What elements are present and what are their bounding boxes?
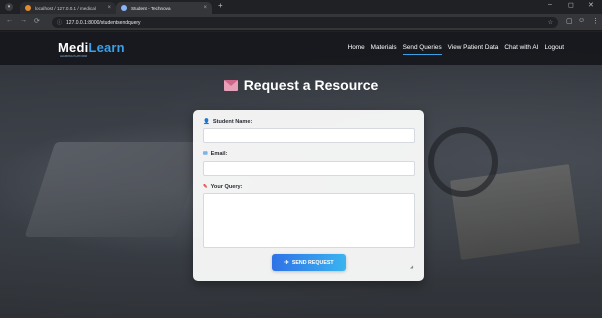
logo-accent-text: Learn: [88, 40, 125, 55]
email-input[interactable]: [203, 161, 415, 176]
site-logo[interactable]: MediLearn: [58, 40, 125, 55]
browser-address-bar: ← → ⟳ ⓘ 127.0.0.1:8000/studentsendquery …: [0, 14, 602, 31]
email-label: ✉ Email:: [203, 151, 227, 157]
forward-arrow-icon[interactable]: →: [20, 17, 27, 24]
back-arrow-icon[interactable]: ←: [6, 17, 13, 24]
browser-tab-student[interactable]: Student - Technova ×: [116, 2, 212, 14]
close-tab-icon[interactable]: ×: [203, 5, 207, 11]
nav-link-send-queries[interactable]: Send Queries: [402, 44, 442, 55]
browser-tab-phpmyadmin[interactable]: localhost / 127.0.0.1 / medical ×: [20, 2, 116, 14]
page-viewport: MediLearn LEARNING PLATFORM Home Materia…: [0, 32, 602, 318]
logo-tagline: LEARNING PLATFORM: [60, 55, 87, 58]
nav-link-view-patient-data[interactable]: View Patient Data: [448, 44, 499, 55]
site-info-icon[interactable]: ⓘ: [57, 19, 62, 26]
logo-text: Medi: [58, 40, 89, 55]
browser-menu-icon[interactable]: ⋮: [592, 17, 599, 25]
student-name-label: 👤 Student Name:: [203, 119, 252, 125]
request-form-card: 👤 Student Name: ✉ Email: ✎ Your Query: ◢…: [193, 110, 424, 281]
query-label: ✎ Your Query:: [203, 184, 243, 190]
query-textarea[interactable]: [203, 193, 415, 248]
page-title-text: Request a Resource: [243, 77, 379, 93]
envelope-icon: [223, 79, 238, 91]
pencil-icon: ✎: [203, 184, 208, 190]
nav-link-home[interactable]: Home: [348, 44, 365, 55]
email-icon: ✉: [203, 151, 208, 157]
nav-link-logout[interactable]: Logout: [544, 44, 564, 55]
page-title: Request a Resource: [0, 77, 602, 93]
close-window-button[interactable]: ✕: [588, 1, 594, 9]
paper-plane-icon: ✈: [284, 259, 289, 266]
reload-icon[interactable]: ⟳: [34, 17, 40, 25]
minimize-button[interactable]: –: [548, 1, 552, 8]
new-tab-button[interactable]: +: [218, 1, 223, 10]
email-label-text: Email:: [210, 151, 228, 157]
send-request-label: SEND REQUEST: [291, 259, 334, 266]
site-navbar: MediLearn LEARNING PLATFORM Home Materia…: [0, 32, 602, 65]
query-label-text: Your Query:: [210, 184, 243, 190]
student-name-label-text: Student Name:: [212, 119, 253, 125]
nav-links: Home Materials Send Queries View Patient…: [348, 44, 564, 55]
student-name-input[interactable]: [203, 128, 415, 143]
url-field[interactable]: ⓘ 127.0.0.1:8000/studentsendquery ☆: [52, 17, 558, 28]
nav-link-chat-with-ai[interactable]: Chat with AI: [504, 44, 538, 55]
maximize-button[interactable]: ◻: [568, 1, 574, 9]
textarea-resize-handle[interactable]: ◢: [410, 264, 413, 269]
user-icon: 👤: [203, 119, 210, 125]
browser-tab-bar: ▾ localhost / 127.0.0.1 / medical × Stud…: [0, 0, 602, 14]
extensions-icon[interactable]: ▢: [566, 17, 573, 25]
tab-search-icon[interactable]: ▾: [5, 3, 13, 11]
close-tab-icon[interactable]: ×: [107, 5, 111, 11]
globe-favicon-icon: [121, 5, 127, 11]
tab-title: localhost / 127.0.0.1 / medical: [35, 5, 96, 11]
send-request-button[interactable]: ✈ SEND REQUEST: [272, 254, 346, 271]
nav-link-materials[interactable]: Materials: [371, 44, 397, 55]
profile-icon[interactable]: ☺: [578, 17, 585, 24]
url-text: 127.0.0.1:8000/studentsendquery: [66, 19, 141, 26]
phpmyadmin-favicon-icon: [25, 5, 31, 11]
bookmark-star-icon[interactable]: ☆: [548, 19, 553, 26]
tab-title: Student - Technova: [131, 5, 171, 11]
